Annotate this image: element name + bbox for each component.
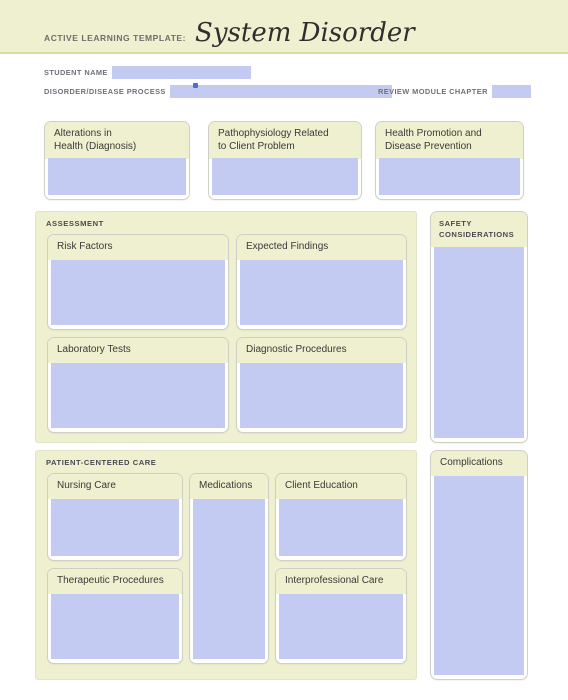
card-nursing-care[interactable]: Nursing Care — [47, 473, 183, 561]
card-alterations-in-health-title: Alterations in Health (Diagnosis) — [45, 122, 189, 159]
card-risk-factors-title: Risk Factors — [48, 235, 228, 260]
card-health-promotion-input[interactable] — [379, 158, 520, 195]
card-therapeutic-procedures[interactable]: Therapeutic Procedures — [47, 568, 183, 664]
card-nursing-care-input[interactable] — [51, 499, 179, 556]
panel-safety-considerations-input[interactable] — [434, 247, 524, 438]
card-medications-title: Medications — [190, 474, 268, 499]
card-expected-findings-input[interactable] — [240, 260, 403, 325]
card-pathophysiology-input[interactable] — [212, 158, 358, 195]
disorder-process-row: DISORDER/DISEASE PROCESS — [44, 85, 392, 98]
card-risk-factors-input[interactable] — [51, 260, 225, 325]
panel-safety-considerations[interactable]: SAFETY CONSIDERATIONS — [430, 211, 528, 443]
panel-complications-input[interactable] — [434, 476, 524, 675]
disorder-process-input[interactable] — [169, 85, 392, 98]
card-alterations-in-health[interactable]: Alterations in Health (Diagnosis) — [44, 121, 190, 200]
card-laboratory-tests[interactable]: Laboratory Tests — [47, 337, 229, 433]
card-health-promotion-title: Health Promotion and Disease Prevention — [376, 122, 523, 159]
review-module-chapter-row: REVIEW MODULE CHAPTER — [378, 85, 531, 98]
card-medications[interactable]: Medications — [189, 473, 269, 664]
card-therapeutic-procedures-input[interactable] — [51, 594, 179, 659]
card-diagnostic-procedures-input[interactable] — [240, 363, 403, 428]
header-band: ACTIVE LEARNING TEMPLATE: System Disorde… — [0, 0, 568, 54]
card-diagnostic-procedures-title: Diagnostic Procedures — [237, 338, 406, 363]
text-cursor-indicator — [193, 83, 198, 88]
page-title: System Disorder — [195, 18, 415, 48]
card-medications-input[interactable] — [193, 499, 265, 659]
template-kicker-label: ACTIVE LEARNING TEMPLATE: — [44, 33, 187, 43]
card-therapeutic-procedures-title: Therapeutic Procedures — [48, 569, 182, 594]
card-pathophysiology-title: Pathophysiology Related to Client Proble… — [209, 122, 361, 159]
card-interprofessional-care-input[interactable] — [279, 594, 403, 659]
panel-complications-title: Complications — [431, 451, 527, 476]
card-risk-factors[interactable]: Risk Factors — [47, 234, 229, 330]
panel-safety-considerations-title: SAFETY CONSIDERATIONS — [431, 212, 527, 247]
disorder-process-label: DISORDER/DISEASE PROCESS — [44, 87, 166, 96]
patient-centered-care-section-label: PATIENT-CENTERED CARE — [46, 458, 157, 467]
student-name-input[interactable] — [111, 66, 251, 79]
card-pathophysiology[interactable]: Pathophysiology Related to Client Proble… — [208, 121, 362, 200]
panel-complications[interactable]: Complications — [430, 450, 528, 680]
patient-centered-care-section: PATIENT-CENTERED CARE Nursing Care Medic… — [35, 450, 417, 680]
card-alterations-in-health-input[interactable] — [48, 158, 186, 195]
card-laboratory-tests-title: Laboratory Tests — [48, 338, 228, 363]
review-module-chapter-input[interactable] — [491, 85, 531, 98]
review-module-chapter-label: REVIEW MODULE CHAPTER — [378, 87, 488, 96]
card-client-education-title: Client Education — [276, 474, 406, 499]
card-interprofessional-care-title: Interprofessional Care — [276, 569, 406, 594]
card-expected-findings-title: Expected Findings — [237, 235, 406, 260]
card-interprofessional-care[interactable]: Interprofessional Care — [275, 568, 407, 664]
card-expected-findings[interactable]: Expected Findings — [236, 234, 407, 330]
assessment-section-label: ASSESSMENT — [46, 219, 104, 228]
card-nursing-care-title: Nursing Care — [48, 474, 182, 499]
assessment-section: ASSESSMENT Risk Factors Expected Finding… — [35, 211, 417, 443]
student-name-row: STUDENT NAME — [44, 66, 251, 79]
card-diagnostic-procedures[interactable]: Diagnostic Procedures — [236, 337, 407, 433]
card-laboratory-tests-input[interactable] — [51, 363, 225, 428]
header-title-group: ACTIVE LEARNING TEMPLATE: System Disorde… — [44, 20, 415, 46]
student-name-label: STUDENT NAME — [44, 68, 108, 77]
card-health-promotion[interactable]: Health Promotion and Disease Prevention — [375, 121, 524, 200]
card-client-education-input[interactable] — [279, 499, 403, 556]
card-client-education[interactable]: Client Education — [275, 473, 407, 561]
